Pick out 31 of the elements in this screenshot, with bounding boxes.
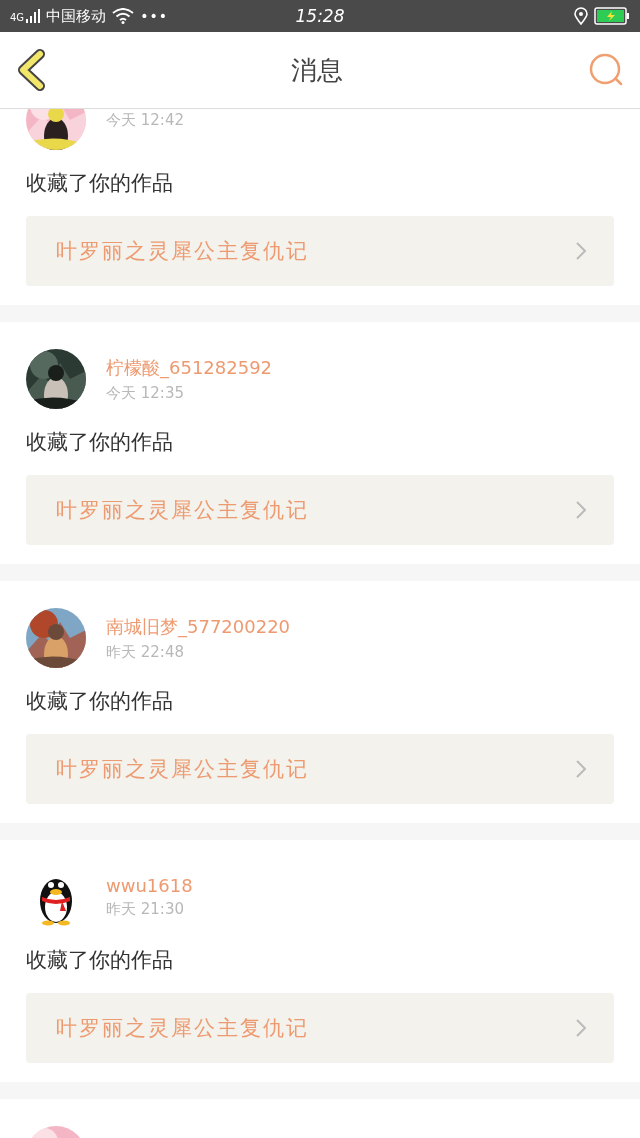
chevron-right-icon: [576, 760, 586, 778]
battery-charging-icon: [594, 7, 630, 25]
username[interactable]: 南城旧梦_577200220: [106, 614, 291, 639]
timestamp: 今天 12:35: [106, 383, 185, 403]
message-text: 收藏了你的作品: [26, 429, 174, 456]
work-link[interactable]: 叶罗丽之灵犀公主复仇记: [26, 475, 614, 545]
work-link[interactable]: 叶罗丽之灵犀公主复仇记: [26, 216, 614, 286]
signal-icon: [26, 9, 41, 23]
chevron-right-icon: [576, 1019, 586, 1037]
message-text: 收藏了你的作品: [26, 688, 174, 715]
clock: 15:28: [295, 6, 345, 26]
work-link[interactable]: 叶罗丽之灵犀公主复仇记: [26, 734, 614, 804]
timestamp: 今天 12:42: [106, 110, 184, 130]
chevron-right-icon: [576, 242, 586, 260]
work-link[interactable]: 叶罗丽之灵犀公主复仇记: [26, 993, 614, 1063]
username[interactable]: wwu1618: [106, 875, 193, 896]
timestamp: 昨天 22:48: [106, 642, 185, 662]
location-icon: [574, 7, 588, 25]
search-icon: [588, 52, 624, 88]
timestamp: 昨天 21:30: [106, 900, 185, 919]
network-type: 4G: [10, 11, 25, 23]
more-indicator: •••: [140, 8, 168, 24]
carrier-name: 中国移动: [46, 6, 107, 26]
back-icon: [16, 49, 46, 91]
message-text: 收藏了你的作品: [26, 170, 174, 197]
message-text: 收藏了你的作品: [26, 947, 174, 974]
page-title: 消息: [291, 53, 343, 87]
username[interactable]: 柠檬酸_651282592: [106, 355, 273, 380]
back-button[interactable]: [16, 49, 46, 91]
chevron-right-icon: [576, 501, 586, 519]
wifi-icon: [112, 8, 135, 24]
